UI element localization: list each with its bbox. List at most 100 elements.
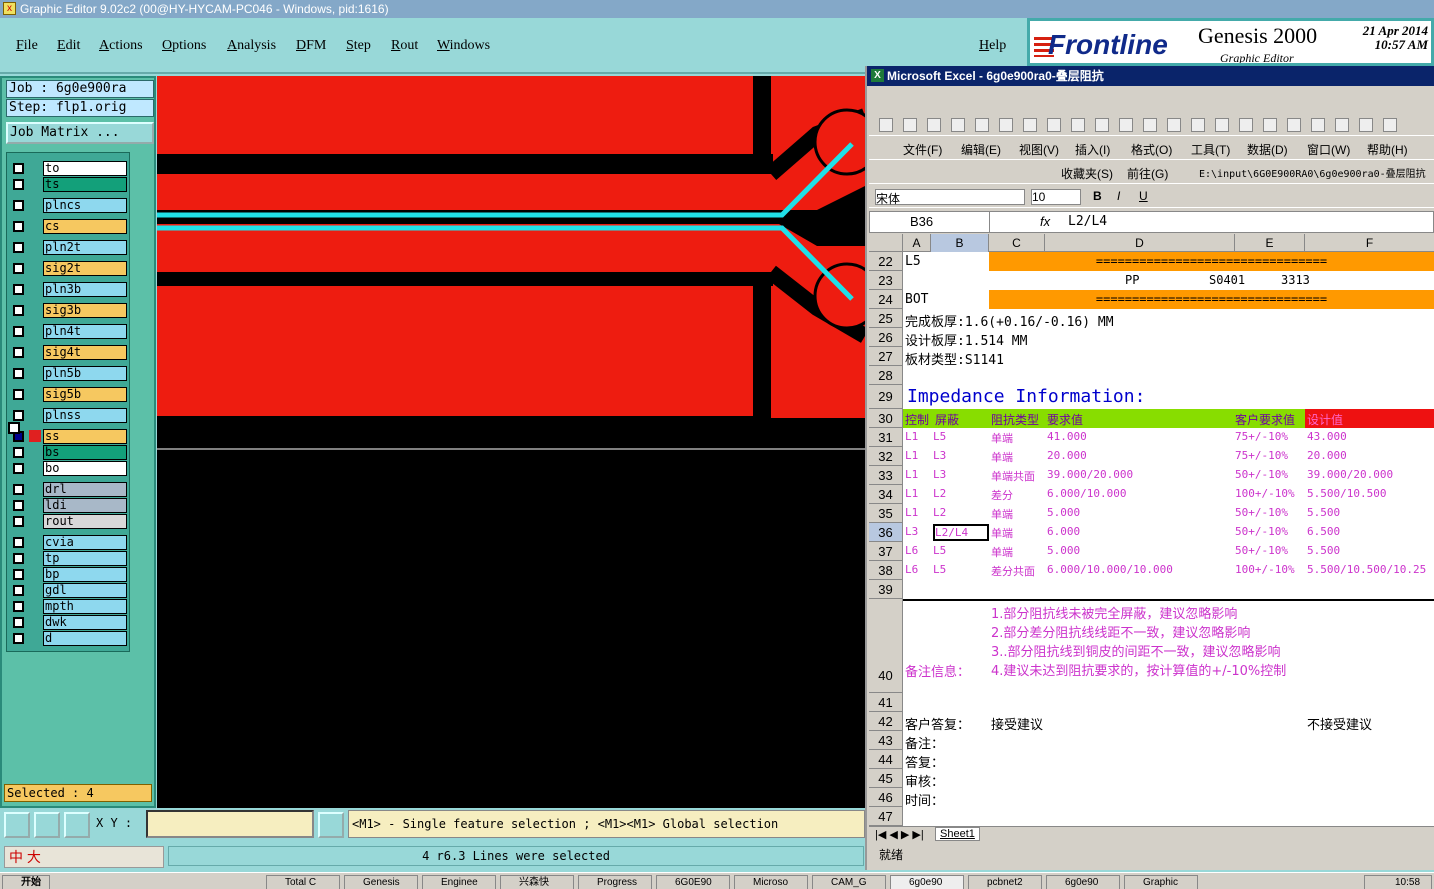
taskbar-item[interactable]: Microso <box>734 875 808 889</box>
layer-name[interactable]: sig5b <box>43 387 127 402</box>
imp-ctrl[interactable]: L6 <box>905 563 918 576</box>
layer-name[interactable]: to <box>43 161 127 176</box>
layer-row-pln4t[interactable]: pln4t <box>9 324 129 339</box>
toolbar-icon[interactable] <box>1047 118 1061 132</box>
layer-row-ss[interactable]: ss <box>9 429 129 444</box>
layer-name[interactable]: pln4t <box>43 324 127 339</box>
row-header[interactable]: 42 <box>869 712 903 731</box>
layer-name-cell[interactable]: BOT <box>905 292 928 307</box>
menu-actions[interactable]: Actions <box>99 38 143 54</box>
pcb-drawing[interactable] <box>157 76 865 808</box>
accept-label[interactable]: 接受建议 <box>991 714 1043 733</box>
menu-step[interactable]: Step <box>346 38 371 54</box>
layer-name[interactable]: dwk <box>43 615 127 630</box>
excel-menu-item[interactable]: 格式(O) <box>1131 141 1172 158</box>
xy-input[interactable] <box>146 810 314 838</box>
taskbar-item[interactable]: pcbnet2 <box>968 875 1042 889</box>
layer-row-tp[interactable]: tp <box>9 551 129 566</box>
layer-row-plncs[interactable]: plncs <box>9 198 129 213</box>
toolbar-icon[interactable] <box>1143 118 1157 132</box>
layer-checkbox[interactable] <box>13 617 24 628</box>
imp-ctrl[interactable]: L1 <box>905 487 918 500</box>
layer-row-pln5b[interactable]: pln5b <box>9 366 129 381</box>
imp-type[interactable]: 单端 <box>991 544 1013 560</box>
imp-cust[interactable]: 100+/-10% <box>1235 487 1295 500</box>
row-header[interactable]: 41 <box>869 693 903 712</box>
layer-row-bo[interactable]: bo <box>9 461 129 476</box>
imp-shield[interactable]: L3 <box>933 449 946 462</box>
value-cell[interactable]: 3313 <box>1281 273 1310 287</box>
toolbar-icon[interactable] <box>999 118 1013 132</box>
imp-req[interactable]: 5.000 <box>1047 544 1080 557</box>
layer-checkbox[interactable] <box>13 242 24 253</box>
imp-ctrl[interactable]: L1 <box>905 506 918 519</box>
menu-edit[interactable]: Edit <box>57 38 80 54</box>
row-header[interactable]: 36 <box>869 523 903 542</box>
toolbar-icon[interactable] <box>1239 118 1253 132</box>
excel-menu-item[interactable]: 窗口(W) <box>1307 141 1350 158</box>
layer-name[interactable]: bo <box>43 461 127 476</box>
imp-design[interactable]: 5.500 <box>1307 506 1340 519</box>
imp-cust[interactable]: 50+/-10% <box>1235 525 1288 538</box>
layer-name[interactable]: sig3b <box>43 303 127 318</box>
taskbar-item[interactable]: Progress <box>578 875 652 889</box>
toolbar-icon[interactable] <box>879 118 893 132</box>
toolbar-icon[interactable] <box>927 118 941 132</box>
menu-analysis[interactable]: Analysis <box>227 38 276 54</box>
layer-row-sig5b[interactable]: sig5b <box>9 387 129 402</box>
imp-type[interactable]: 差分 <box>991 487 1013 503</box>
imp-cust[interactable]: 75+/-10% <box>1235 430 1288 443</box>
layer-name[interactable]: ss <box>43 429 127 444</box>
layer-row-dwk[interactable]: dwk <box>9 615 129 630</box>
imp-cust[interactable]: 50+/-10% <box>1235 506 1288 519</box>
layer-name[interactable]: pln2t <box>43 240 127 255</box>
layer-row-d[interactable]: d <box>9 631 129 646</box>
row-header[interactable]: 22 <box>869 252 903 271</box>
layer-checkbox[interactable] <box>13 347 24 358</box>
imp-design[interactable]: 5.500/10.500 <box>1307 487 1386 500</box>
layer-row-pln2t[interactable]: pln2t <box>9 240 129 255</box>
imp-ctrl[interactable]: L1 <box>905 449 918 462</box>
col-header-D[interactable]: D <box>1045 234 1235 252</box>
imp-cust[interactable]: 50+/-10% <box>1235 468 1288 481</box>
row-header[interactable]: 29 <box>869 385 903 409</box>
imp-shield[interactable]: L5 <box>933 430 946 443</box>
row-header[interactable]: 44 <box>869 750 903 769</box>
layer-row-to[interactable]: to <box>9 161 129 176</box>
layer-name[interactable]: plncs <box>43 198 127 213</box>
row-header[interactable]: 26 <box>869 328 903 347</box>
layer-checkbox[interactable] <box>13 447 24 458</box>
toolbar-icon[interactable] <box>1023 118 1037 132</box>
measure-button[interactable] <box>34 812 60 838</box>
imp-ctrl[interactable]: L1 <box>905 430 918 443</box>
grid-button[interactable] <box>64 812 90 838</box>
imp-shield[interactable]: L2/L4 <box>933 524 989 541</box>
row-header[interactable]: 32 <box>869 447 903 466</box>
taskbar-item[interactable]: 兴森快 <box>500 875 574 889</box>
material-type[interactable]: 板材类型:S1141 <box>905 349 1004 368</box>
layer-row-pln3b[interactable]: pln3b <box>9 282 129 297</box>
corner-cell[interactable] <box>869 234 903 252</box>
layer-row-cvia[interactable]: cvia <box>9 535 129 550</box>
impedance-header[interactable]: Impedance Information: <box>907 386 1145 407</box>
layer-checkbox[interactable] <box>13 326 24 337</box>
row-header[interactable]: 31 <box>869 428 903 447</box>
imp-cust[interactable]: 50+/-10% <box>1235 544 1288 557</box>
header-ctrl[interactable]: 控制 <box>905 411 929 428</box>
layer-row-bp[interactable]: bp <box>9 567 129 582</box>
layer-name[interactable]: sig4t <box>43 345 127 360</box>
layer-name-cell[interactable]: L5 <box>905 254 921 269</box>
info-button[interactable] <box>318 812 344 838</box>
layer-name[interactable]: pln5b <box>43 366 127 381</box>
job-matrix-button[interactable]: Job Matrix ... <box>6 122 154 144</box>
layer-name[interactable]: plnss <box>43 408 127 423</box>
address-path[interactable]: E:\input\6G0E900RA0\6g0e900ra0-叠层阻抗 <box>1199 165 1426 180</box>
row-header[interactable]: 30 <box>869 409 903 428</box>
toolbar-icon[interactable] <box>1191 118 1205 132</box>
layer-checkbox[interactable] <box>13 500 24 511</box>
col-header-F[interactable]: F <box>1305 234 1434 252</box>
toolbar-icon[interactable] <box>1287 118 1301 132</box>
toolbar-icon[interactable] <box>1215 118 1229 132</box>
review-label[interactable]: 审核： <box>905 771 944 790</box>
toolbar-icon[interactable] <box>1167 118 1181 132</box>
